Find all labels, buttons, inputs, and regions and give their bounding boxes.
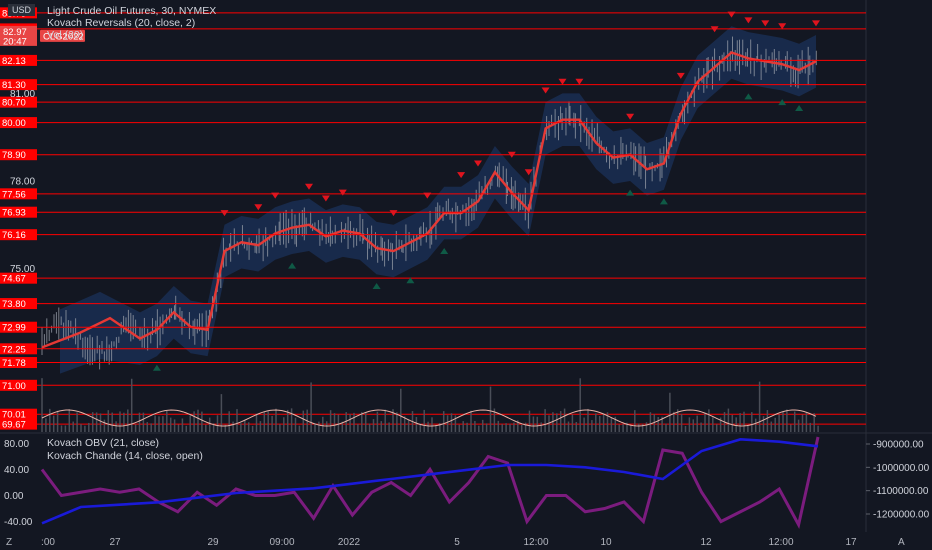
level-tag-label: 82.13 xyxy=(2,56,26,67)
legend-indicator-obv[interactable]: Kovach OBV (21, close) xyxy=(47,437,159,449)
level-tag-label: 77.56 xyxy=(2,189,26,200)
x-axis-tick-label: 2022 xyxy=(338,537,361,548)
bull-reversal-marker xyxy=(372,283,381,290)
bear-reversal-marker xyxy=(220,210,229,217)
level-tag-label: 74.67 xyxy=(2,274,26,285)
bear-reversal-marker xyxy=(305,183,313,190)
bull-reversal-marker xyxy=(659,198,668,205)
currency-label: USD xyxy=(8,4,35,16)
price-axis-tick-label: 78.00 xyxy=(10,176,35,187)
price-axis-tick-label: 81.00 xyxy=(10,89,35,100)
obv-axis-tick-label: -1000000.00 xyxy=(873,463,930,474)
x-axis-tick-label: 5 xyxy=(454,537,460,548)
x-axis-tick-label: 29 xyxy=(207,537,219,548)
x-axis-tick-label: 12:00 xyxy=(768,537,793,548)
bull-reversal-marker xyxy=(626,189,635,196)
level-tag-label: 76.16 xyxy=(2,230,26,241)
x-axis-tick-label: 12 xyxy=(700,537,712,548)
x-axis-tick-label: 10 xyxy=(600,537,612,548)
bull-reversal-marker xyxy=(152,364,161,371)
level-tag-label: 73.80 xyxy=(2,299,26,310)
bull-reversal-marker xyxy=(288,262,297,269)
bull-reversal-marker xyxy=(440,248,449,255)
bear-reversal-marker xyxy=(338,189,347,196)
bear-reversal-marker xyxy=(761,20,770,27)
obv-axis-tick-label: -1200000.00 xyxy=(873,510,930,521)
obv-axis-tick-label: -900000.00 xyxy=(873,440,924,451)
level-tag-label: 80.00 xyxy=(2,118,26,129)
bear-reversal-marker xyxy=(423,192,432,199)
chande-axis-tick-label: 80.00 xyxy=(4,439,29,450)
obv-axis-tick-label: -1100000.00 xyxy=(873,486,929,497)
volume-oscillator-line xyxy=(41,409,817,427)
chande-axis-tick-label: -40.00 xyxy=(4,517,33,528)
chart-canvas[interactable]: 83.7683.2182.1381.3080.7080.0078.9077.56… xyxy=(0,0,932,550)
legend-indicator-volume[interactable]: Vol (20) xyxy=(47,29,83,41)
price-axis-tick-label: 75.00 xyxy=(10,264,35,275)
bear-reversal-marker xyxy=(778,23,787,30)
level-tag-label: 72.99 xyxy=(2,323,26,334)
bear-reversal-marker xyxy=(271,192,280,199)
bear-reversal-marker xyxy=(744,17,753,24)
level-tag-label: 76.93 xyxy=(2,208,26,219)
legend-indicator-chande[interactable]: Kovach Chande (14, close, open) xyxy=(47,450,203,462)
countdown-label: 20:47 xyxy=(3,36,27,47)
x-axis-tick-label: 27 xyxy=(109,537,121,548)
level-tag-label: 69.67 xyxy=(2,420,26,431)
chart-root: 83.7683.2182.1381.3080.7080.0078.9077.56… xyxy=(0,0,932,550)
bear-reversal-marker xyxy=(575,78,584,85)
legend-indicator-reversals[interactable]: Kovach Reversals (20, close, 2) xyxy=(47,17,195,29)
level-tag-label: 72.25 xyxy=(2,344,26,355)
auto-scale-icon: A xyxy=(898,537,905,548)
bear-reversal-marker xyxy=(812,20,820,27)
bear-reversal-marker xyxy=(676,72,685,79)
bear-reversal-marker xyxy=(541,87,550,94)
x-axis-tick-label: 09:00 xyxy=(269,537,294,548)
bear-reversal-marker xyxy=(321,195,330,202)
bear-reversal-marker xyxy=(474,160,482,167)
level-tag-label: 71.00 xyxy=(2,381,26,392)
x-axis-tick-label: :00 xyxy=(41,537,55,548)
bear-reversal-marker xyxy=(727,11,736,18)
x-axis-tick-label: 17 xyxy=(845,537,857,548)
bear-reversal-marker xyxy=(254,204,263,211)
timezone-icon: Z xyxy=(6,537,12,548)
level-tag-label: 71.78 xyxy=(2,358,26,369)
level-tag-label: 78.90 xyxy=(2,150,26,161)
bull-reversal-marker xyxy=(795,105,804,111)
bear-reversal-marker xyxy=(389,210,398,217)
x-axis-tick-label: 12:00 xyxy=(523,537,548,548)
bear-reversal-marker xyxy=(457,172,466,179)
bear-reversal-marker xyxy=(626,113,635,120)
chande-axis-tick-label: 40.00 xyxy=(4,465,29,476)
chande-axis-tick-label: 0.00 xyxy=(4,491,24,502)
bear-reversal-marker xyxy=(558,78,567,85)
bull-reversal-marker xyxy=(744,93,753,100)
legend-title[interactable]: Light Crude Oil Futures, 30, NYMEX xyxy=(47,5,216,17)
